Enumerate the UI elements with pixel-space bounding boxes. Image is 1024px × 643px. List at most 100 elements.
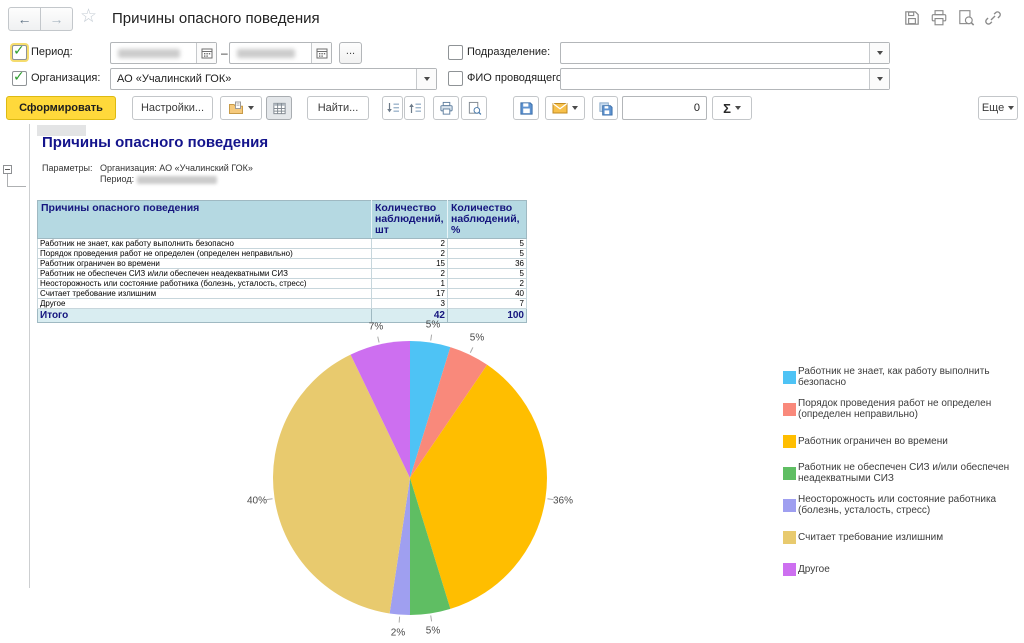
conductor-checkbox[interactable] — [448, 71, 463, 86]
table-cell-name[interactable]: Работник не обеспечен СИЗ и/или обеспече… — [38, 269, 372, 279]
table-header-cell[interactable]: Количество наблюдений, % — [448, 201, 527, 239]
group-collapse-icon[interactable] — [3, 165, 12, 174]
table-cell-name[interactable]: Работник ограничен во времени — [38, 259, 372, 269]
legend-label: Считает требование излишним — [798, 532, 943, 543]
table-cell-pct[interactable]: 5 — [448, 239, 527, 249]
table-grid-icon — [272, 101, 287, 116]
table-cell-qty[interactable]: 2 — [372, 249, 448, 259]
pie-percent-label: 5% — [426, 320, 440, 331]
printer-icon — [439, 101, 454, 116]
calendar-icon[interactable] — [196, 43, 216, 63]
legend-swatch-icon — [783, 371, 796, 384]
legend-label: Другое — [798, 564, 830, 575]
save-copy-button[interactable] — [592, 96, 618, 120]
table-cell-name[interactable]: Считает требование излишним — [38, 289, 372, 299]
table-row[interactable]: Работник не знает, как работу выполнить … — [38, 239, 527, 249]
pie-percent-label: 7% — [369, 322, 383, 333]
filter-row-period: Период: – ... Подразделение: — [0, 42, 1024, 64]
table-cell-name[interactable]: Другое — [38, 299, 372, 309]
legend-swatch-icon — [783, 403, 796, 416]
forward-arrow-icon: → — [50, 11, 64, 27]
send-mail-button[interactable] — [545, 96, 585, 120]
forward-button[interactable]: → — [41, 7, 73, 31]
save-result-button[interactable] — [513, 96, 539, 120]
pie-percent-label: 36% — [553, 496, 573, 507]
dropdown-arrow-icon[interactable] — [416, 69, 436, 89]
report-variants-button[interactable] — [220, 96, 262, 120]
date-range-dash: – — [221, 46, 228, 60]
legend-item: Другое — [783, 558, 1015, 580]
preview-button[interactable] — [461, 96, 487, 120]
floppy-copy-icon — [598, 101, 613, 116]
table-row[interactable]: Неосторожность или состояние работника (… — [38, 279, 527, 289]
link-icon[interactable] — [984, 9, 1002, 27]
organization-combo[interactable]: АО «Учалинский ГОК» — [110, 68, 437, 90]
period-checkbox[interactable] — [12, 45, 27, 60]
print-icon[interactable] — [930, 9, 948, 27]
table-cell-qty[interactable]: 1 — [372, 279, 448, 289]
collapse-groups-button[interactable] — [382, 96, 403, 120]
period-more-button[interactable]: ... — [339, 42, 362, 64]
save-icon[interactable] — [903, 9, 921, 27]
pie-percent-label: 5% — [426, 626, 440, 637]
dropdown-arrow-icon[interactable] — [869, 69, 889, 89]
table-cell-qty[interactable]: 2 — [372, 269, 448, 279]
table-row[interactable]: Работник не обеспечен СИЗ и/или обеспече… — [38, 269, 527, 279]
table-cell-qty[interactable]: 17 — [372, 289, 448, 299]
history-nav: ← → — [8, 7, 73, 31]
param-organization: Организация: АО «Учалинский ГОК» — [100, 163, 253, 174]
table-row[interactable]: Считает требование излишним1740 — [38, 289, 527, 299]
table-header-cell[interactable]: Причины опасного поведения — [38, 201, 372, 239]
division-checkbox[interactable] — [448, 45, 463, 60]
counter-field[interactable] — [622, 96, 707, 120]
pie-percent-label: 40% — [247, 496, 267, 507]
table-cell-pct[interactable]: 7 — [448, 299, 527, 309]
legend-item: Неосторожность или состояние работника (… — [783, 494, 1015, 516]
table-row[interactable]: Порядок проведения работ не определен (о… — [38, 249, 527, 259]
report-table: Причины опасного поведенияКоличество наб… — [37, 200, 527, 323]
table-row[interactable]: Другое37 — [38, 299, 527, 309]
sigma-icon: Σ — [723, 101, 731, 116]
period-from-field[interactable] — [110, 42, 217, 64]
division-combo[interactable] — [560, 42, 890, 64]
pie-chart[interactable] — [245, 313, 575, 643]
find-button[interactable]: Найти... — [307, 96, 369, 120]
legend-label: Работник ограничен во времени — [798, 436, 948, 447]
calendar-icon[interactable] — [311, 43, 331, 63]
param-period: Период: — [100, 174, 253, 185]
organization-checkbox[interactable] — [12, 71, 27, 86]
favorite-star-icon[interactable]: ☆ — [80, 6, 97, 28]
legend-item: Работник не знает, как работу выполнить … — [783, 366, 1015, 388]
table-cell-qty[interactable]: 15 — [372, 259, 448, 269]
preview-icon[interactable] — [957, 9, 975, 27]
generate-button[interactable]: Сформировать — [6, 96, 116, 120]
table-cell-pct[interactable]: 36 — [448, 259, 527, 269]
expand-groups-button[interactable] — [404, 96, 425, 120]
print-button[interactable] — [433, 96, 459, 120]
legend-swatch-icon — [783, 467, 796, 480]
back-button[interactable]: ← — [8, 7, 41, 31]
table-cell-qty[interactable]: 3 — [372, 299, 448, 309]
table-cell-pct[interactable]: 40 — [448, 289, 527, 299]
more-button[interactable]: Еще — [978, 96, 1018, 120]
table-cell-pct[interactable]: 5 — [448, 249, 527, 259]
table-header-cell[interactable]: Количество наблюдений, шт — [372, 201, 448, 239]
table-cell-name[interactable]: Работник не знает, как работу выполнить … — [38, 239, 372, 249]
table-cell-qty[interactable]: 2 — [372, 239, 448, 249]
table-cell-name[interactable]: Порядок проведения работ не определен (о… — [38, 249, 372, 259]
show-table-button[interactable] — [266, 96, 292, 120]
report-params-values: Организация: АО «Учалинский ГОК» Период: — [100, 163, 253, 185]
table-row[interactable]: Работник ограничен во времени1536 — [38, 259, 527, 269]
period-to-field[interactable] — [229, 42, 332, 64]
table-cell-pct[interactable]: 5 — [448, 269, 527, 279]
dropdown-arrow-icon[interactable] — [869, 43, 889, 63]
conductor-combo[interactable] — [560, 68, 890, 90]
table-cell-name[interactable]: Неосторожность или состояние работника (… — [38, 279, 372, 289]
window-titlebar: ← → ☆ Причины опасного поведения — [0, 0, 1024, 38]
report-variant-icon — [228, 100, 244, 116]
sum-button[interactable]: Σ — [712, 96, 752, 120]
report-spreadsheet: Причины опасного поведения Параметры: Ор… — [0, 124, 1024, 588]
report-title: Причины опасного поведения — [42, 134, 268, 151]
table-cell-pct[interactable]: 2 — [448, 279, 527, 289]
settings-button[interactable]: Настройки... — [132, 96, 213, 120]
